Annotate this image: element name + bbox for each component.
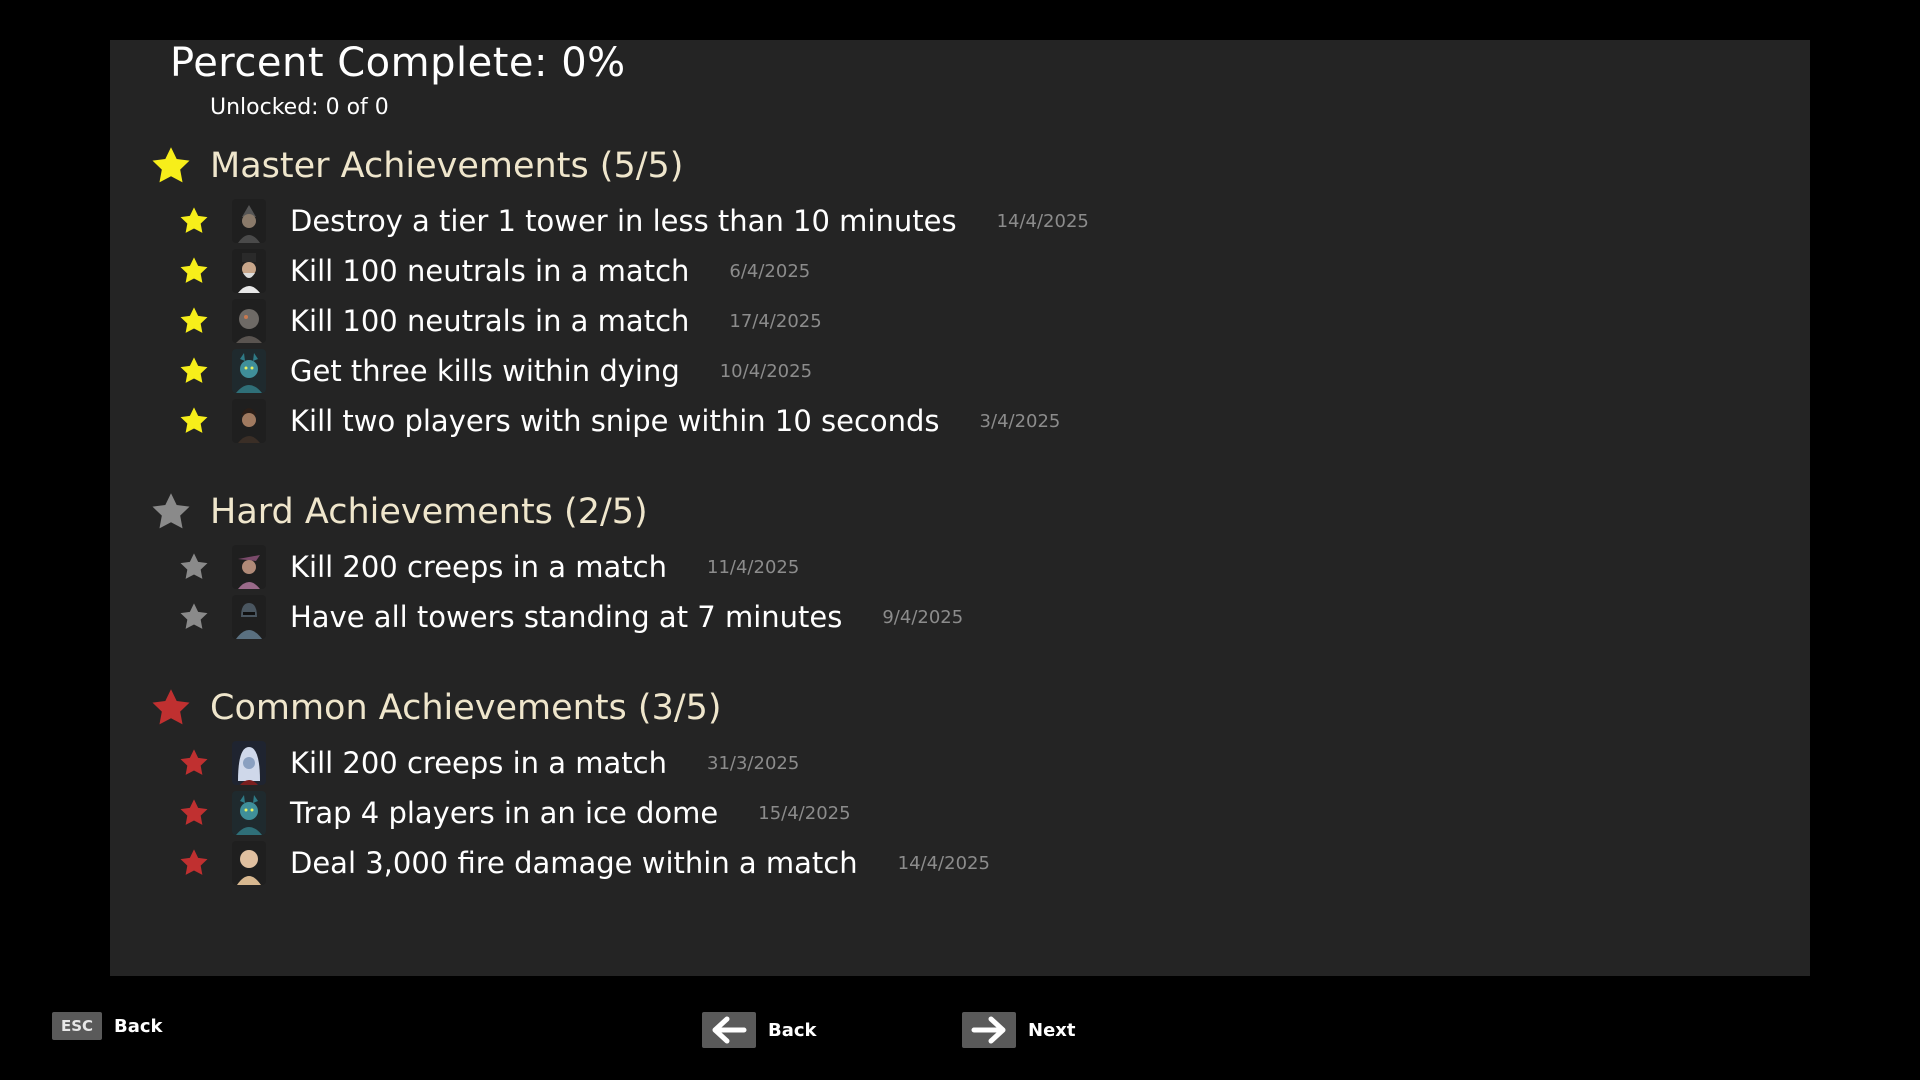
- gray-star-icon: [176, 549, 212, 585]
- red-star-icon: [176, 795, 212, 831]
- esc-key-icon: ESC: [52, 1012, 102, 1040]
- section-title-master: Master Achievements (5/5): [210, 146, 684, 186]
- gold-star-icon: [176, 203, 212, 239]
- achievement-date: 10/4/2025: [719, 360, 813, 382]
- achievement-row[interactable]: Kill 200 creeps in a match 11/4/2025: [176, 544, 799, 590]
- prev-page-label: Back: [768, 1019, 817, 1041]
- achievement-row[interactable]: Kill 100 neutrals in a match 6/4/2025: [176, 248, 810, 294]
- red-star-icon: [148, 685, 194, 731]
- red-star-icon: [176, 745, 212, 781]
- achievement-date: 14/4/2025: [897, 852, 990, 874]
- achievement-text: Kill 100 neutrals in a match: [290, 304, 690, 338]
- helmeted-knight-portrait: [232, 595, 266, 639]
- achievement-date: 17/4/2025: [729, 310, 822, 332]
- percent-complete: Percent Complete: 0%: [170, 40, 626, 86]
- white-haired-elf-portrait: [232, 741, 266, 785]
- achievement-row[interactable]: Have all towers standing at 7 minutes 9/…: [176, 594, 963, 640]
- bald-monk-portrait: [232, 841, 266, 885]
- achievement-date: 9/4/2025: [882, 606, 964, 628]
- bearded-tophat-portrait: [232, 249, 266, 293]
- achievement-date: 14/4/2025: [996, 210, 1089, 232]
- section-header-common: Common Achievements (3/5): [148, 685, 722, 731]
- section-header-master: Master Achievements (5/5): [148, 143, 683, 189]
- gold-star-icon: [176, 403, 212, 439]
- blue-demon-portrait: [232, 349, 266, 393]
- arrow-left-icon: [702, 1012, 756, 1048]
- achievement-date: 11/4/2025: [707, 556, 800, 578]
- achievement-row[interactable]: Trap 4 players in an ice dome 15/4/2025: [176, 790, 851, 836]
- feathered-hat-portrait: [232, 545, 266, 589]
- achievement-date: 6/4/2025: [729, 260, 811, 282]
- achievement-row[interactable]: Destroy a tier 1 tower in less than 10 m…: [176, 198, 1089, 244]
- achievement-text: Deal 3,000 fire damage within a match: [290, 846, 858, 880]
- achievement-row[interactable]: Kill 100 neutrals in a match 17/4/2025: [176, 298, 822, 344]
- gray-star-icon: [148, 489, 194, 535]
- prev-page-button[interactable]: Back: [702, 1012, 817, 1048]
- gold-star-icon: [148, 143, 194, 189]
- achievement-row[interactable]: Get three kills within dying 10/4/2025: [176, 348, 812, 394]
- achievement-text: Have all towers standing at 7 minutes: [290, 600, 843, 634]
- unlocked-count: Unlocked: 0 of 0: [210, 95, 389, 120]
- section-title-hard: Hard Achievements (2/5): [210, 492, 648, 532]
- achievement-date: 3/4/2025: [979, 410, 1061, 432]
- achievement-row[interactable]: Kill two players with snipe within 10 se…: [176, 398, 1060, 444]
- achievement-text: Trap 4 players in an ice dome: [290, 796, 719, 830]
- gold-star-icon: [176, 253, 212, 289]
- hooded-rogue-portrait: [232, 199, 266, 243]
- achievement-date: 15/4/2025: [758, 802, 851, 824]
- achievement-text: Kill 200 creeps in a match: [290, 746, 667, 780]
- achievement-date: 31/3/2025: [707, 752, 800, 774]
- blue-demon-portrait: [232, 791, 266, 835]
- esc-back-button[interactable]: ESC Back: [52, 1012, 163, 1040]
- achievement-text: Kill 200 creeps in a match: [290, 550, 667, 584]
- gold-star-icon: [176, 353, 212, 389]
- esc-back-label: Back: [114, 1015, 163, 1037]
- gray-star-icon: [176, 599, 212, 635]
- armored-beast-portrait: [232, 299, 266, 343]
- achievement-text: Kill 100 neutrals in a match: [290, 254, 690, 288]
- section-header-hard: Hard Achievements (2/5): [148, 489, 648, 535]
- section-title-common: Common Achievements (3/5): [210, 688, 722, 728]
- dark-haired-warrior-portrait: [232, 399, 266, 443]
- achievement-text: Kill two players with snipe within 10 se…: [290, 404, 940, 438]
- achievement-text: Get three kills within dying: [290, 354, 680, 388]
- red-star-icon: [176, 845, 212, 881]
- next-page-label: Next: [1028, 1019, 1076, 1041]
- arrow-right-icon: [962, 1012, 1016, 1048]
- next-page-button[interactable]: Next: [962, 1012, 1076, 1048]
- achievement-row[interactable]: Kill 200 creeps in a match 31/3/2025: [176, 740, 799, 786]
- gold-star-icon: [176, 303, 212, 339]
- achievement-text: Destroy a tier 1 tower in less than 10 m…: [290, 204, 957, 238]
- achievement-row[interactable]: Deal 3,000 fire damage within a match 14…: [176, 840, 990, 886]
